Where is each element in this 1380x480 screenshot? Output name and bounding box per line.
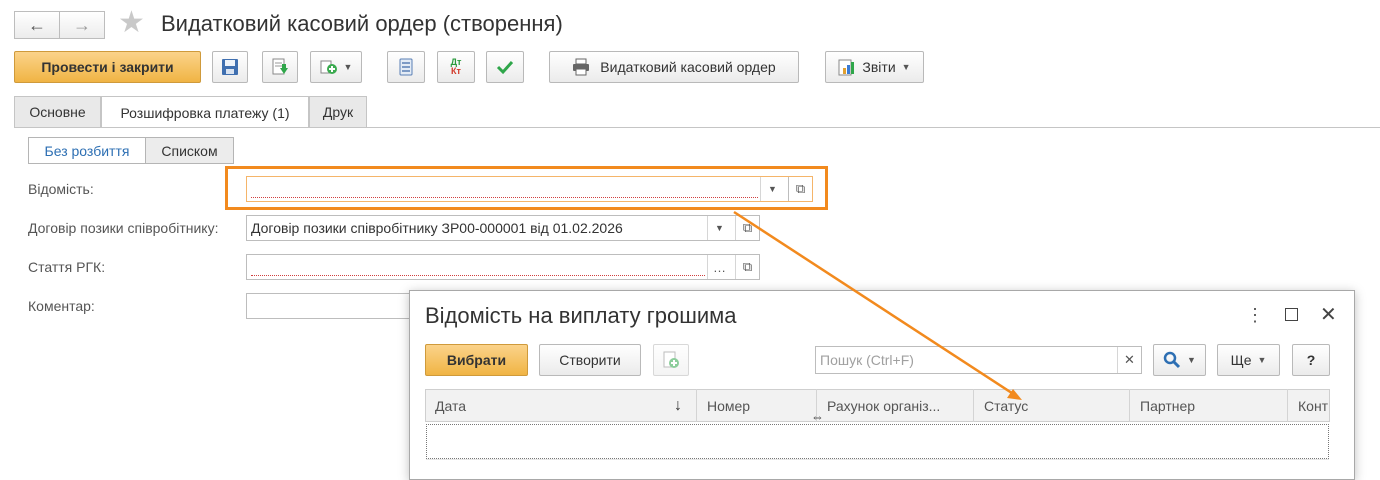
annotation-arrow <box>733 210 1022 400</box>
